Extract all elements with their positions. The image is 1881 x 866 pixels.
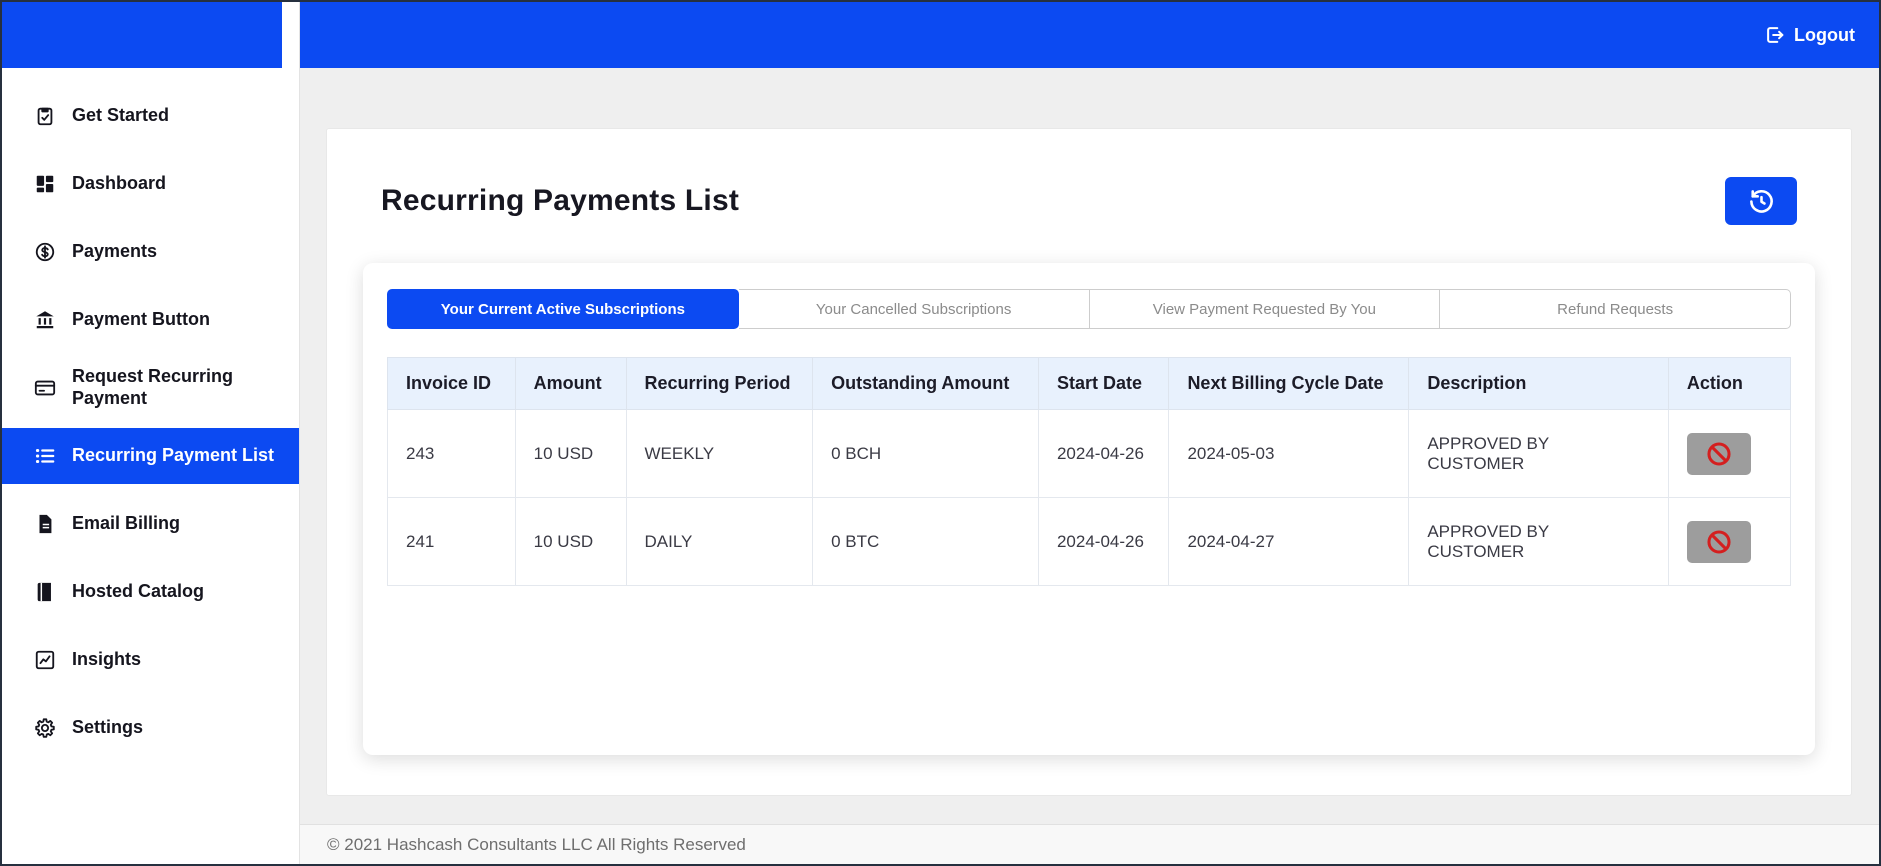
content: Recurring Payments List Your Current Act… <box>300 68 1879 824</box>
clipboard-check-icon <box>34 105 56 127</box>
app-window: Get Started Dashboard Payments Payment B… <box>2 2 1879 864</box>
credit-card-icon <box>34 377 56 399</box>
cell-action <box>1667 409 1792 498</box>
table-row: 243 10 USD WEEKLY 0 BCH 2024-04-26 2024-… <box>387 409 1792 498</box>
sidebar-item-label: Insights <box>72 649 142 670</box>
sidebar-item-email-billing[interactable]: Email Billing <box>2 496 299 552</box>
cell-outstanding-amount: 0 BTC <box>812 497 1039 586</box>
sidebar-item-label: Hosted Catalog <box>72 581 205 602</box>
sidebar-nav: Get Started Dashboard Payments Payment B… <box>2 68 299 756</box>
column-header-recurring-period: Recurring Period <box>625 357 814 410</box>
sidebar-item-hosted-catalog[interactable]: Hosted Catalog <box>2 564 299 620</box>
box-arrow-right-icon <box>1764 24 1786 46</box>
tab-refund-requests[interactable]: Refund Requests <box>1440 289 1791 329</box>
cell-next-billing-cycle-date: 2024-05-03 <box>1168 409 1410 498</box>
cancel-subscription-button[interactable] <box>1686 520 1751 563</box>
sidebar-item-label: Payments <box>72 241 158 262</box>
cell-action <box>1667 497 1792 586</box>
sidebar-item-recurring-payment-list[interactable]: Recurring Payment List <box>2 428 299 484</box>
subscriptions-card: Your Current Active Subscriptions Your C… <box>363 263 1815 755</box>
sidebar-item-payments[interactable]: Payments <box>2 224 299 280</box>
tab-bar: Your Current Active Subscriptions Your C… <box>387 289 1791 329</box>
cell-invoice-id: 241 <box>387 497 516 586</box>
sidebar-item-label: Email Billing <box>72 513 181 534</box>
column-header-action: Action <box>1667 357 1792 410</box>
copyright-text: © 2021 Hashcash Consultants LLC All Righ… <box>327 834 746 854</box>
sidebar-item-get-started[interactable]: Get Started <box>2 88 299 144</box>
brand-logo <box>2 2 282 68</box>
prohibition-icon <box>1705 440 1733 468</box>
column-header-invoice-id: Invoice ID <box>387 357 516 410</box>
book-icon <box>34 581 56 603</box>
cell-start-date: 2024-04-26 <box>1037 409 1170 498</box>
prohibition-icon <box>1705 528 1733 556</box>
sidebar-item-request-recurring-payment[interactable]: Request Recurring Payment <box>2 360 299 416</box>
cell-recurring-period: WEEKLY <box>625 409 814 498</box>
logout-button[interactable]: Logout <box>1764 24 1855 46</box>
cell-start-date: 2024-04-26 <box>1037 497 1170 586</box>
table-row: 241 10 USD DAILY 0 BTC 2024-04-26 2024-0… <box>387 497 1792 586</box>
gear-icon <box>34 717 56 739</box>
sidebar-item-label: Get Started <box>72 105 170 126</box>
sidebar-item-settings[interactable]: Settings <box>2 700 299 756</box>
document-icon <box>34 513 56 535</box>
main-area: Logout Recurring Payments List Your Curr… <box>300 2 1879 864</box>
chart-icon <box>34 649 56 671</box>
tab-view-payment-requested-by-you[interactable]: View Payment Requested By You <box>1089 289 1441 329</box>
footer: © 2021 Hashcash Consultants LLC All Righ… <box>300 824 1879 864</box>
sidebar-item-insights[interactable]: Insights <box>2 632 299 688</box>
list-icon <box>34 445 56 467</box>
cell-amount: 10 USD <box>514 409 627 498</box>
sidebar-item-label: Dashboard <box>72 173 167 194</box>
cancel-subscription-button[interactable] <box>1686 432 1751 475</box>
sidebar-item-label: Recurring Payment List <box>72 445 275 466</box>
dashboard-grid-icon <box>34 173 56 195</box>
sidebar-item-label: Payment Button <box>72 309 211 330</box>
history-button[interactable] <box>1725 177 1797 225</box>
dollar-circle-icon <box>34 241 56 263</box>
cell-description: APPROVED BY CUSTOMER <box>1408 409 1669 498</box>
logout-label: Logout <box>1794 24 1855 45</box>
cell-recurring-period: DAILY <box>625 497 814 586</box>
subscriptions-table: Invoice ID Amount Recurring Period Outst… <box>387 357 1792 586</box>
sidebar: Get Started Dashboard Payments Payment B… <box>2 2 300 864</box>
sidebar-item-label: Settings <box>72 717 144 738</box>
tab-current-active-subscriptions[interactable]: Your Current Active Subscriptions <box>387 289 739 329</box>
column-header-description: Description <box>1408 357 1669 410</box>
cell-invoice-id: 243 <box>387 409 516 498</box>
cell-outstanding-amount: 0 BCH <box>812 409 1039 498</box>
sidebar-item-payment-button[interactable]: Payment Button <box>2 292 299 348</box>
tab-cancelled-subscriptions[interactable]: Your Cancelled Subscriptions <box>738 289 1090 329</box>
column-header-outstanding-amount: Outstanding Amount <box>812 357 1039 410</box>
page-title: Recurring Payments List <box>381 184 740 217</box>
cell-next-billing-cycle-date: 2024-04-27 <box>1168 497 1410 586</box>
clock-history-icon <box>1748 188 1775 215</box>
topbar: Logout <box>300 2 1879 68</box>
sidebar-item-dashboard[interactable]: Dashboard <box>2 156 299 212</box>
sidebar-item-label: Request Recurring Payment <box>72 366 234 408</box>
cell-description: APPROVED BY CUSTOMER <box>1408 497 1669 586</box>
cell-amount: 10 USD <box>514 497 627 586</box>
panel-header: Recurring Payments List <box>363 177 1815 225</box>
bank-icon <box>34 309 56 331</box>
recurring-payments-panel: Recurring Payments List Your Current Act… <box>326 128 1852 796</box>
column-header-amount: Amount <box>514 357 627 410</box>
column-header-next-billing-cycle-date: Next Billing Cycle Date <box>1168 357 1410 410</box>
column-header-start-date: Start Date <box>1037 357 1170 410</box>
table-header-row: Invoice ID Amount Recurring Period Outst… <box>387 357 1792 410</box>
